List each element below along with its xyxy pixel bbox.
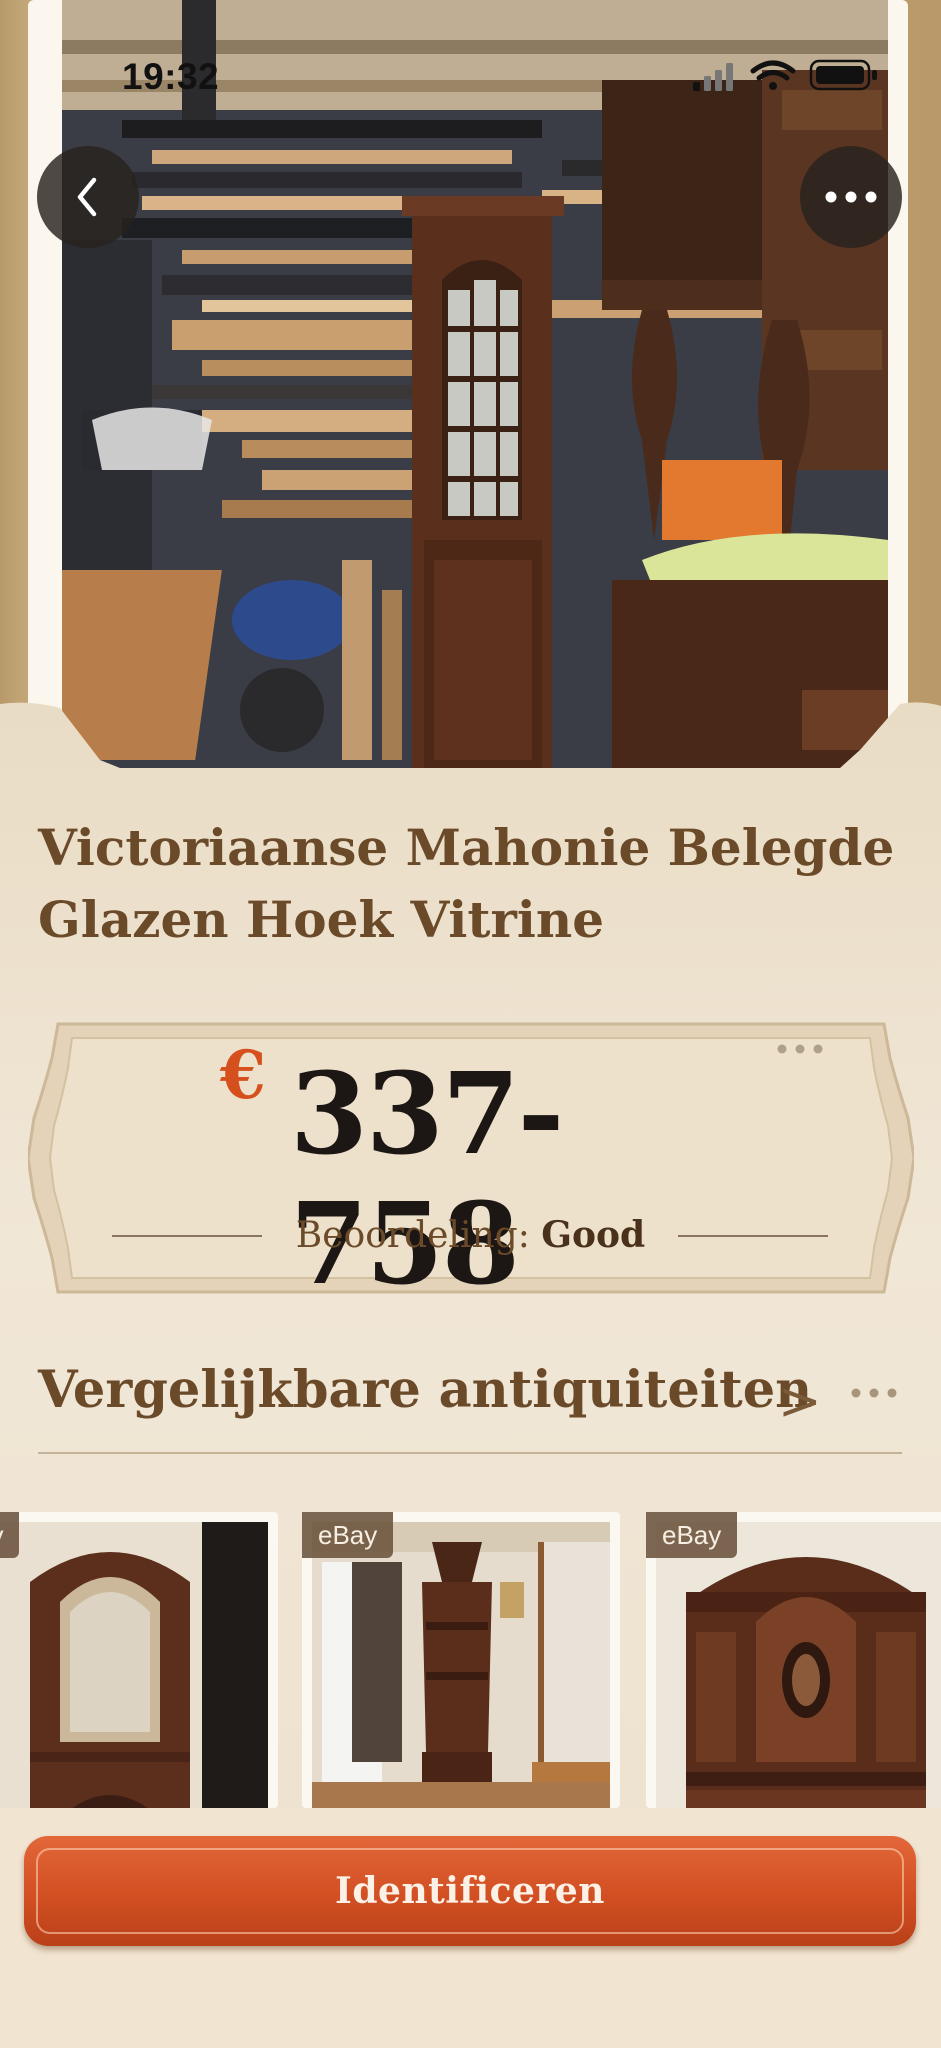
ellipsis-icon: [825, 191, 877, 203]
source-badge: eBay: [302, 1512, 394, 1558]
comparables-more-button[interactable]: [850, 1384, 900, 1403]
item-photo[interactable]: [62, 0, 888, 770]
condition-rating: Beoordeling: Good: [0, 1214, 941, 1256]
price-more-button[interactable]: [776, 1040, 826, 1059]
source-badge: ay: [0, 1512, 20, 1558]
status-icons: [689, 58, 889, 92]
battery-icon: [809, 59, 877, 91]
ellipsis-icon: [777, 1044, 823, 1054]
chevron-left-icon: [77, 177, 97, 217]
comparables-carousel[interactable]: ay eBay: [0, 1512, 941, 1808]
identify-button-label: Identificeren: [335, 1870, 605, 1912]
item-title: Victoriaanse Mahonie Belegde Glazen Hoek…: [38, 818, 895, 949]
comparable-photo: [312, 1522, 610, 1808]
status-time: 19:32: [122, 56, 220, 97]
more-options-button[interactable]: [800, 146, 902, 248]
price-range: 337-758: [290, 1049, 564, 1310]
comparable-card[interactable]: eBay: [646, 1512, 941, 1808]
rating-value: Good: [541, 1214, 646, 1256]
comparable-photo: [656, 1522, 941, 1808]
comparable-card[interactable]: ay: [0, 1512, 278, 1808]
section-divider: [38, 1452, 902, 1454]
signal-icon: [693, 63, 733, 91]
rating-label: Beoordeling:: [295, 1215, 530, 1256]
comparables-chevron[interactable]: >: [778, 1372, 822, 1432]
ellipsis-icon: [851, 1388, 897, 1398]
currency-symbol: €: [220, 1036, 266, 1114]
comparables-title[interactable]: Vergelijkbare antiquiteiten: [38, 1360, 812, 1420]
comparable-photo: [0, 1522, 268, 1808]
wifi-icon: [750, 60, 796, 81]
comparable-card[interactable]: eBay: [302, 1512, 620, 1808]
identify-button[interactable]: Identificeren: [24, 1836, 916, 1946]
back-button[interactable]: [37, 146, 139, 248]
source-badge: eBay: [646, 1512, 738, 1558]
